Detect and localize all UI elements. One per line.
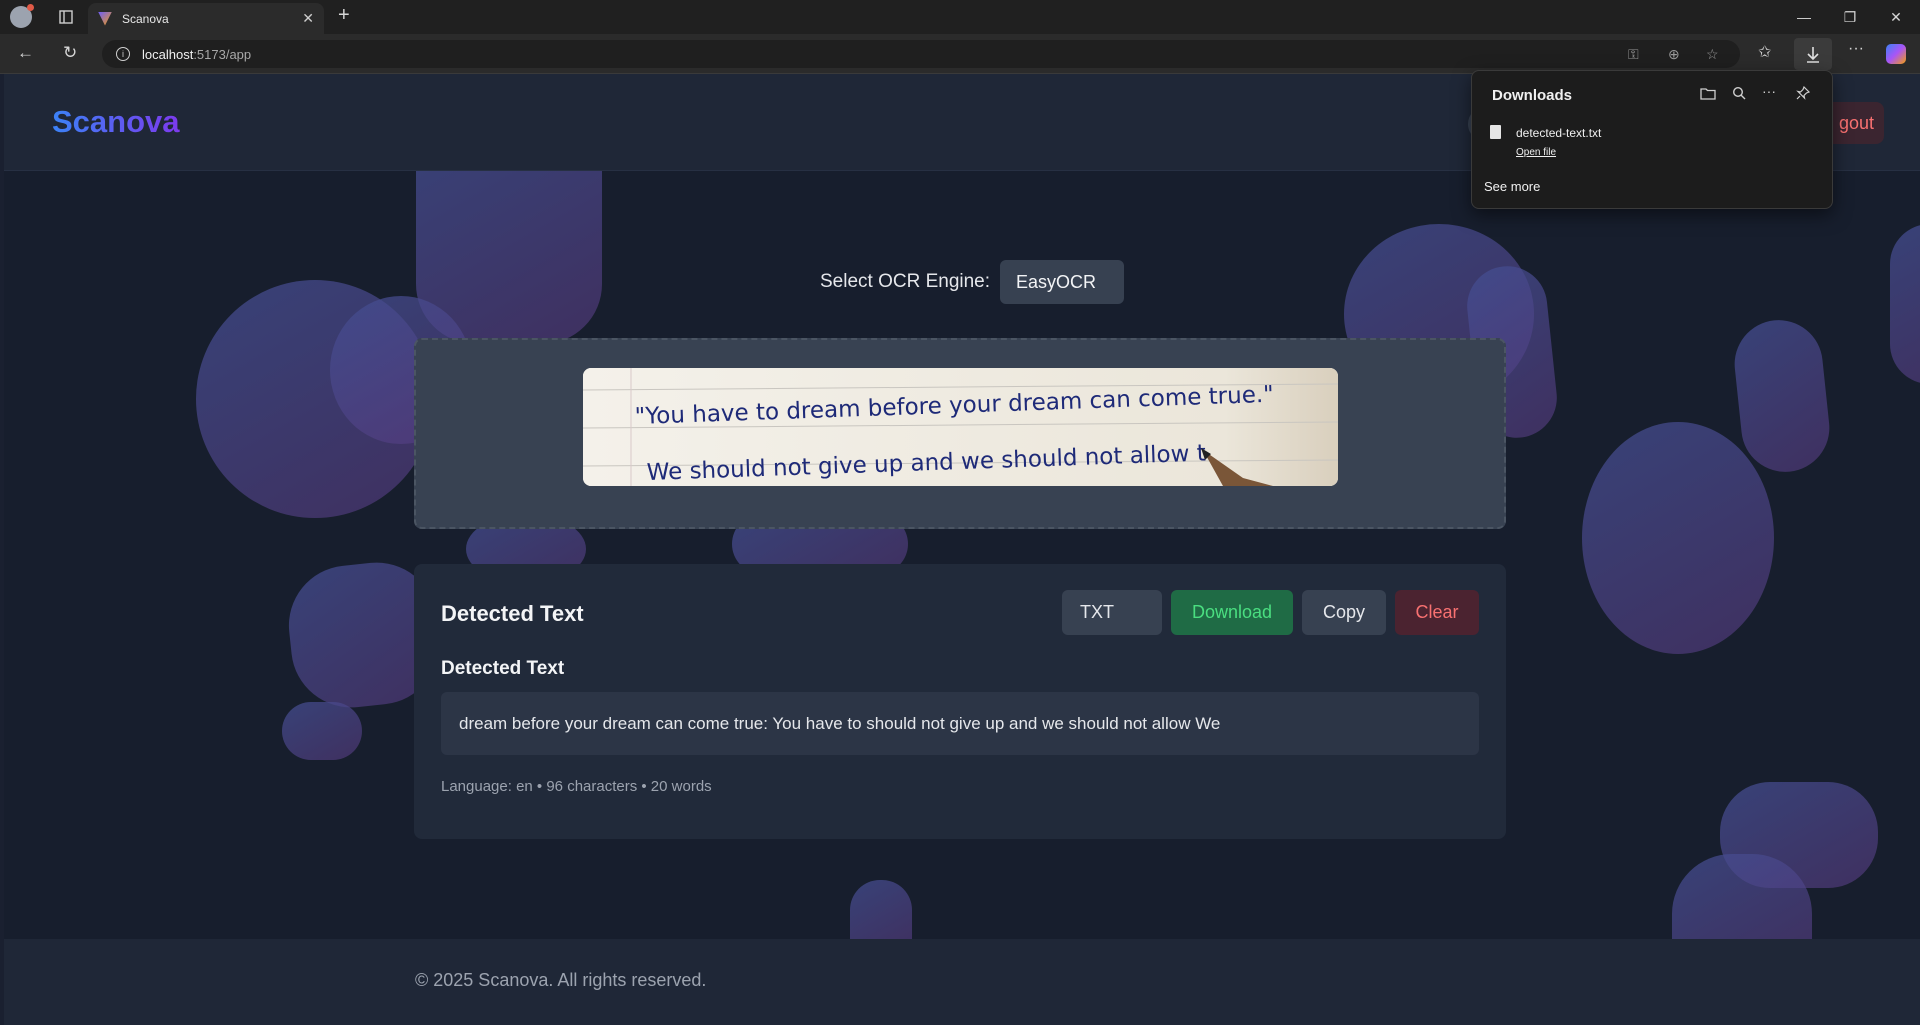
more-options-icon[interactable]: ··· [1762, 83, 1776, 99]
profile-avatar-icon[interactable] [10, 4, 34, 28]
format-select[interactable]: TXT [1062, 590, 1162, 635]
pin-icon[interactable] [1796, 85, 1811, 103]
image-dropzone[interactable]: "You have to dream before your dream can… [414, 338, 1506, 529]
copyright-text: © 2025 Scanova. All rights reserved. [415, 970, 707, 990]
detected-text-heading: Detected Text [441, 658, 565, 679]
url-path: :5173/app [193, 46, 252, 62]
file-icon [1490, 125, 1501, 139]
open-folder-icon[interactable] [1700, 86, 1716, 103]
text-stats: Language: en • 96 characters • 20 words [441, 778, 712, 795]
browser-tab-scanova[interactable]: Scanova ✕ [88, 3, 324, 34]
tab-actions-icon[interactable] [48, 0, 84, 34]
download-file-name[interactable]: detected-text.txt [1516, 126, 1601, 140]
app-viewport: Scanova gout Select OCR Engine: EasyOCR [4, 74, 1920, 1025]
decorative-blob [1582, 422, 1774, 654]
clear-button[interactable]: Clear [1395, 590, 1479, 635]
restore-icon[interactable]: ❐ [1827, 0, 1873, 34]
see-more-link[interactable]: See more [1484, 179, 1540, 194]
uploaded-image-preview: "You have to dream before your dream can… [583, 368, 1338, 486]
copy-button[interactable]: Copy [1302, 590, 1386, 635]
close-window-icon[interactable]: ✕ [1873, 0, 1919, 34]
search-downloads-icon[interactable] [1732, 86, 1746, 103]
tab-title: Scanova [122, 11, 169, 26]
downloads-flyout: Downloads ··· detected-text.txt Open fil… [1471, 70, 1833, 209]
download-button[interactable]: Download [1171, 590, 1293, 635]
new-tab-icon[interactable]: + [338, 4, 350, 27]
browser-toolbar: ← ↻ i localhost:5173/app ⚿ ⊕ ☆ ✩ [0, 34, 1920, 74]
favorite-star-icon[interactable]: ☆ [1706, 46, 1719, 63]
downloads-button[interactable] [1794, 38, 1832, 70]
back-icon[interactable]: ← [17, 43, 34, 63]
decorative-blob [282, 702, 362, 760]
passwords-key-icon[interactable]: ⚿ [1628, 46, 1639, 63]
ocr-engine-label: Select OCR Engine: [820, 271, 991, 292]
decorative-blob [1890, 224, 1920, 384]
detected-text-output[interactable]: dream before your dream can come true: Y… [441, 692, 1479, 755]
copilot-icon[interactable] [1886, 44, 1906, 64]
brand-logo[interactable]: Scanova [52, 104, 180, 140]
app-footer: © 2025 Scanova. All rights reserved. [4, 939, 1920, 1025]
scanova-favicon-icon [98, 11, 112, 26]
minimize-icon[interactable]: — [1781, 0, 1827, 34]
zoom-icon[interactable]: ⊕ [1668, 46, 1680, 63]
decorative-blob [1730, 315, 1834, 477]
download-arrow-icon [1807, 47, 1819, 63]
settings-more-icon[interactable]: ··· [1848, 40, 1864, 58]
refresh-icon[interactable]: ↻ [63, 43, 77, 63]
favorites-bar-icon[interactable]: ✩ [1758, 42, 1771, 62]
site-info-icon[interactable]: i [116, 47, 130, 61]
ocr-engine-row: Select OCR Engine: EasyOCR [820, 260, 1125, 304]
open-file-link[interactable]: Open file [1516, 147, 1556, 158]
close-tab-icon[interactable]: ✕ [302, 10, 314, 27]
result-title: Detected Text [441, 601, 584, 626]
result-panel: Detected Text TXT Download Copy Clear De… [414, 564, 1506, 839]
downloads-title: Downloads [1492, 87, 1573, 104]
address-bar[interactable]: i localhost:5173/app [102, 40, 1740, 68]
url-host: localhost [142, 46, 194, 62]
ocr-engine-select[interactable]: EasyOCR [1000, 260, 1125, 304]
